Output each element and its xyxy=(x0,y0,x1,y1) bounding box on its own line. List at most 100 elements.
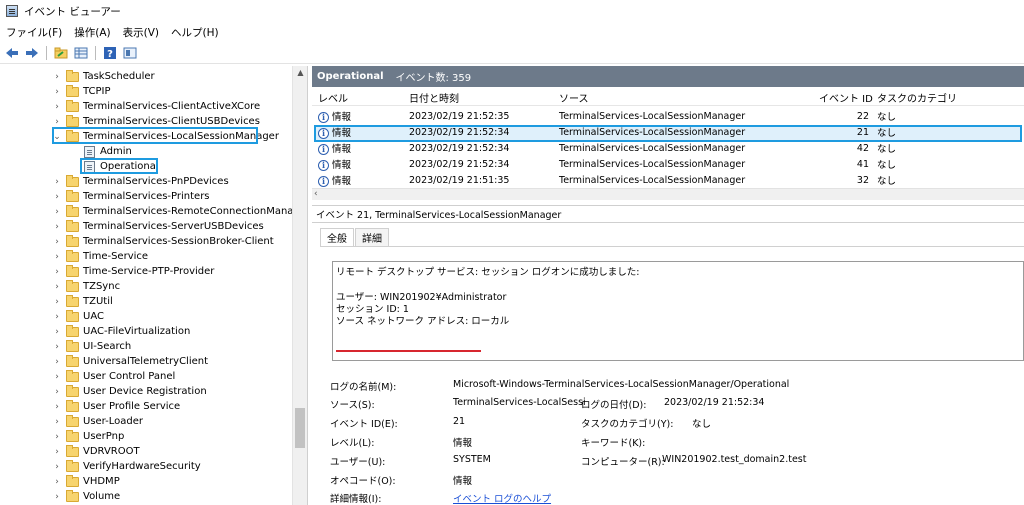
chevron-right-icon[interactable]: › xyxy=(52,417,62,427)
svg-text:?: ? xyxy=(107,49,113,60)
tree-item[interactable]: › Time-Service-PTP-Provider xyxy=(52,264,214,279)
chevron-right-icon[interactable]: › xyxy=(52,327,62,337)
info-icon: i xyxy=(318,112,329,123)
tree-item[interactable]: › UserPnp xyxy=(52,429,124,444)
chevron-right-icon[interactable]: › xyxy=(52,192,62,202)
tree-item[interactable]: › TerminalServices-Printers xyxy=(52,189,210,204)
right-panel: Operational イベント数: 359 レベル 日付と時刻 ソース イベン… xyxy=(312,66,1024,505)
folder-icon xyxy=(66,354,79,367)
tree-item-label: User Device Registration xyxy=(83,386,207,397)
chevron-right-icon[interactable]: › xyxy=(52,72,62,82)
menu-action[interactable]: 操作(A) xyxy=(74,25,110,40)
source-value: TerminalServices-LocalSessi xyxy=(453,397,586,408)
tree-item[interactable]: › VHDMP xyxy=(52,474,120,489)
tree-item[interactable]: › User Profile Service xyxy=(52,399,180,414)
chevron-right-icon[interactable]: › xyxy=(52,282,62,292)
chevron-right-icon[interactable]: › xyxy=(52,297,62,307)
menu-file[interactable]: ファイル(F) xyxy=(6,25,62,40)
tree-item[interactable]: › TaskScheduler xyxy=(52,69,155,84)
cell-source: TerminalServices-LocalSessionManager xyxy=(559,142,746,154)
tree-item[interactable]: Admin xyxy=(84,144,132,159)
cell-event-id: 22 xyxy=(856,110,869,122)
level-text: 情報 xyxy=(332,112,352,123)
column-event-id[interactable]: イベント ID xyxy=(819,90,873,105)
tree-item[interactable]: › Time-Service xyxy=(52,249,148,264)
menu-help[interactable]: ヘルプ(H) xyxy=(171,25,219,40)
panel-icon[interactable] xyxy=(122,45,138,61)
description-line: ユーザー: WIN201902¥Administrator xyxy=(336,291,507,303)
tree-item[interactable]: › UI-Search xyxy=(52,339,131,354)
chevron-right-icon[interactable]: › xyxy=(52,252,62,262)
tree-item-label: TaskScheduler xyxy=(83,71,155,82)
tree-item[interactable]: › TerminalServices-ServerUSBDevices xyxy=(52,219,264,234)
chevron-right-icon[interactable]: › xyxy=(52,102,62,112)
table-row[interactable]: i 情報 2023/02/19 21:52:34 TerminalServices-L… xyxy=(312,140,1024,156)
tab-general-body: リモート デスクトップ サービス: セッション ログオンに成功しました: ユーザ… xyxy=(320,246,1024,505)
tree-item[interactable]: › VDRVROOT xyxy=(52,444,140,459)
chevron-right-icon[interactable]: › xyxy=(52,207,62,217)
tree-item[interactable]: › User Control Panel xyxy=(52,369,175,384)
tree-item[interactable]: › UAC-FileVirtualization xyxy=(52,324,190,339)
chevron-right-icon[interactable]: › xyxy=(52,462,62,472)
folder-icon xyxy=(66,474,79,487)
menu-view[interactable]: 表示(V) xyxy=(123,25,159,40)
chevron-right-icon[interactable]: › xyxy=(52,117,62,127)
table-row[interactable]: i 情報 2023/02/19 21:52:35 TerminalServices-L… xyxy=(312,108,1024,124)
chevron-right-icon[interactable]: › xyxy=(52,177,62,187)
tree-item[interactable]: › TCPIP xyxy=(52,84,111,99)
grid-icon[interactable] xyxy=(73,45,89,61)
tree-item-label: User Control Panel xyxy=(83,371,176,382)
chevron-right-icon[interactable]: › xyxy=(52,432,62,442)
open-folder-icon[interactable] xyxy=(53,45,69,61)
tree-item[interactable]: › User-Loader xyxy=(52,414,143,429)
tree-item[interactable]: › TZSync xyxy=(52,279,120,294)
chevron-right-icon[interactable]: › xyxy=(52,312,62,322)
chevron-right-icon[interactable]: › xyxy=(52,492,62,502)
chevron-right-icon[interactable]: › xyxy=(52,342,62,352)
tree-item[interactable]: › TerminalServices-SessionBroker-Client xyxy=(52,234,274,249)
event-description[interactable]: リモート デスクトップ サービス: セッション ログオンに成功しました: ユーザ… xyxy=(332,261,1024,361)
column-datetime[interactable]: 日付と時刻 xyxy=(409,90,459,105)
red-underline-annotation xyxy=(336,350,481,352)
tree-item-label: UAC-FileVirtualization xyxy=(83,326,191,337)
tab-details[interactable]: 詳細 xyxy=(355,228,389,246)
event-log-help-link[interactable]: イベント ログのヘルプ xyxy=(453,491,551,505)
column-category[interactable]: タスクのカテゴリ xyxy=(877,90,957,105)
tree-scrollbar-thumb[interactable] xyxy=(295,408,305,448)
back-arrow-icon[interactable] xyxy=(4,45,20,61)
tab-general[interactable]: 全般 xyxy=(320,228,354,246)
chevron-right-icon[interactable]: › xyxy=(52,402,62,412)
tree-item[interactable]: › VerifyHardwareSecurity xyxy=(52,459,201,474)
tree-item[interactable]: › User Device Registration xyxy=(52,384,207,399)
scroll-left-arrow-icon[interactable]: ‹ xyxy=(314,189,318,199)
tree-item[interactable]: › UniversalTelemetryClient xyxy=(52,354,208,369)
tree-item[interactable]: › TerminalServices-ClientActiveXCore xyxy=(52,99,260,114)
column-source[interactable]: ソース xyxy=(559,90,589,105)
tree-item[interactable]: › TerminalServices-RemoteConnectionManage… xyxy=(52,204,307,219)
forward-arrow-icon[interactable] xyxy=(24,45,40,61)
table-row[interactable]: i 情報 2023/02/19 21:51:35 TerminalServices-L… xyxy=(312,172,1024,188)
chevron-right-icon[interactable]: › xyxy=(52,222,62,232)
event-grid-hscrollbar[interactable]: ‹ xyxy=(312,188,1024,200)
tree-item[interactable]: › TZUtil xyxy=(52,294,113,309)
chevron-right-icon[interactable]: › xyxy=(52,357,62,367)
chevron-right-icon[interactable]: › xyxy=(52,237,62,247)
help-icon[interactable]: ? xyxy=(102,45,118,61)
chevron-right-icon[interactable]: › xyxy=(52,372,62,382)
user-value: SYSTEM xyxy=(453,454,491,465)
chevron-right-icon[interactable]: › xyxy=(52,87,62,97)
tree-item[interactable]: › Volume xyxy=(52,489,120,504)
tree-item[interactable]: › TerminalServices-PnPDevices xyxy=(52,174,229,189)
column-level[interactable]: レベル xyxy=(318,90,348,105)
scroll-up-arrow-icon[interactable]: ▲ xyxy=(293,68,308,77)
chevron-right-icon[interactable]: › xyxy=(52,477,62,487)
tree-scrollbar[interactable]: ▲ xyxy=(292,66,307,505)
chevron-right-icon[interactable]: › xyxy=(52,387,62,397)
table-row[interactable]: i 情報 2023/02/19 21:52:34 TerminalServices-L… xyxy=(312,124,1024,140)
chevron-right-icon[interactable]: › xyxy=(52,267,62,277)
menu-bar: ファイル(F) 操作(A) 表示(V) ヘルプ(H) xyxy=(0,23,1024,41)
chevron-right-icon[interactable]: › xyxy=(52,447,62,457)
tree-item-label: UniversalTelemetryClient xyxy=(83,356,209,367)
tree-item[interactable]: › UAC xyxy=(52,309,104,324)
table-row[interactable]: i 情報 2023/02/19 21:52:34 TerminalServices-L… xyxy=(312,156,1024,172)
